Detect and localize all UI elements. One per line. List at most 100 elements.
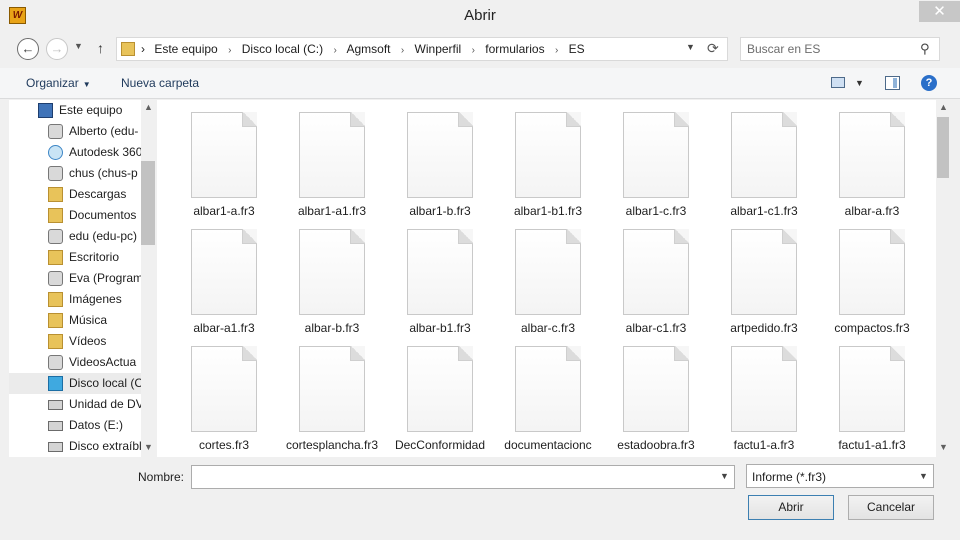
file-item[interactable]: albar-a.fr3 [805, 100, 905, 218]
sidebar-scrollbar[interactable] [141, 100, 155, 457]
search-icon[interactable]: ⚲ [920, 41, 930, 57]
address-bar[interactable]: › Este equipo › Disco local (C:) › Agmso… [116, 37, 728, 61]
search-box[interactable]: Buscar en ES ⚲ [740, 37, 940, 61]
breadcrumb-separator[interactable]: › [228, 45, 231, 56]
file-item[interactable]: factu1-a1.fr3 [805, 334, 906, 452]
scroll-down-arrow-icon[interactable]: ▼ [939, 442, 948, 452]
sidebar-item[interactable]: Este equipo [9, 100, 141, 121]
breadcrumb-separator: › [141, 42, 145, 56]
sidebar-item[interactable]: Música [9, 310, 141, 331]
forward-button[interactable]: → [46, 38, 68, 60]
sidebar-item[interactable]: Alberto (edu- [9, 121, 141, 142]
sidebar-item[interactable]: Descargas [9, 184, 141, 205]
sidebar-item[interactable]: Disco extraíbl [9, 436, 141, 457]
file-item[interactable]: albar1-b1.fr3 [481, 100, 582, 218]
sidebar-item-label: Imágenes [69, 292, 122, 306]
file-item[interactable]: albar-b1.fr3 [373, 217, 473, 335]
preview-pane-icon[interactable] [885, 76, 900, 90]
sidebar-item[interactable]: Disco local (C [9, 373, 141, 394]
file-item[interactable]: cortesplancha.fr3 [265, 334, 378, 452]
document-icon [299, 112, 365, 198]
network-user-icon [48, 124, 63, 139]
close-button[interactable]: ✕ [919, 1, 960, 22]
breadcrumb-winperfil[interactable]: Winperfil [415, 42, 462, 56]
up-folder-button[interactable]: ↑ [97, 40, 104, 56]
breadcrumb-separator[interactable]: › [555, 45, 558, 56]
file-item[interactable]: albar1-a1.fr3 [265, 100, 366, 218]
file-name: albar-a.fr3 [844, 204, 900, 218]
scroll-up-arrow-icon[interactable]: ▲ [144, 102, 153, 112]
documents-folder-icon [48, 208, 63, 223]
sidebar-item[interactable]: Eva (Program [9, 268, 141, 289]
folder-icon [121, 42, 135, 56]
file-item[interactable]: albar1-c1.fr3 [697, 100, 798, 218]
file-item[interactable]: albar1-b.fr3 [373, 100, 473, 218]
file-item[interactable]: albar-b.fr3 [265, 217, 365, 335]
file-item[interactable]: albar1-c.fr3 [589, 100, 689, 218]
change-view-icon[interactable] [831, 77, 845, 88]
filename-dropdown-icon[interactable]: ▼ [720, 471, 729, 481]
sidebar-item[interactable]: Datos (E:) [9, 415, 141, 436]
cloud-icon [48, 145, 63, 160]
file-list-scroll-thumb[interactable] [937, 117, 949, 178]
recent-locations-dropdown[interactable]: ▼ [74, 41, 83, 51]
sidebar-item-label: Descargas [69, 187, 127, 201]
view-options-dropdown[interactable]: ▼ [855, 78, 864, 88]
filetype-select[interactable]: Informe (*.fr3) ▼ [746, 464, 934, 488]
document-icon [191, 346, 257, 432]
navigation-pane: Este equipo Alberto (edu- Autodesk 360 chus… [9, 100, 155, 457]
sidebar-item[interactable]: Documentos [9, 205, 141, 226]
breadcrumb-es[interactable]: ES [569, 42, 585, 56]
scroll-up-arrow-icon[interactable]: ▲ [939, 102, 948, 112]
sidebar-item[interactable]: Autodesk 360 [9, 142, 141, 163]
file-item[interactable]: albar-a1.fr3 [157, 217, 257, 335]
document-icon [515, 229, 581, 315]
breadcrumb-formularios[interactable]: formularios [485, 42, 544, 56]
file-name: factu1-a1.fr3 [838, 438, 906, 452]
sidebar-item[interactable]: Vídeos [9, 331, 141, 352]
pictures-folder-icon [48, 292, 63, 307]
help-icon[interactable]: ? [921, 75, 937, 91]
breadcrumb-separator[interactable]: › [401, 45, 404, 56]
file-item[interactable]: albar-c1.fr3 [589, 217, 689, 335]
sidebar-item-label: Vídeos [69, 334, 107, 348]
sidebar-item[interactable]: Unidad de DV [9, 394, 141, 415]
breadcrumb-separator[interactable]: › [333, 45, 336, 56]
file-item[interactable]: DecConformidad [373, 334, 485, 452]
file-item[interactable]: artpedido.fr3 [697, 217, 798, 335]
sidebar-item[interactable]: edu (edu-pc) [9, 226, 141, 247]
file-item[interactable]: documentacionc [481, 334, 592, 452]
scroll-down-arrow-icon[interactable]: ▼ [144, 442, 153, 452]
drive-icon [48, 421, 63, 431]
filename-input[interactable] [191, 465, 735, 489]
sidebar-item[interactable]: Escritorio [9, 247, 141, 268]
sidebar-item-label: edu (edu-pc) [69, 229, 138, 243]
network-user-icon [48, 271, 63, 286]
sidebar-item[interactable]: Imágenes [9, 289, 141, 310]
breadcrumb-separator[interactable]: › [472, 45, 475, 56]
organize-button[interactable]: Organizar ▼ [26, 76, 91, 90]
new-folder-button[interactable]: Nueva carpeta [121, 76, 199, 90]
computer-icon [38, 103, 53, 118]
address-dropdown-icon[interactable]: ▼ [686, 42, 695, 52]
sidebar-scroll-thumb[interactable] [141, 161, 155, 245]
file-item[interactable]: albar1-a.fr3 [157, 100, 257, 218]
file-item[interactable]: albar-c.fr3 [481, 217, 581, 335]
back-button[interactable]: ← [17, 38, 39, 60]
breadcrumb-este-equipo[interactable]: Este equipo [154, 42, 217, 56]
document-icon [299, 229, 365, 315]
sidebar-item[interactable]: chus (chus-p [9, 163, 141, 184]
document-icon [731, 229, 797, 315]
refresh-icon[interactable]: ⟳ [707, 40, 719, 57]
sidebar-item-label: Disco local (C [69, 376, 141, 390]
cancel-button[interactable]: Cancelar [848, 495, 934, 520]
file-item[interactable]: factu1-a.fr3 [697, 334, 797, 452]
file-item[interactable]: estadoobra.fr3 [589, 334, 695, 452]
sidebar-item-label: Documentos [69, 208, 137, 222]
sidebar-item[interactable]: VideosActua [9, 352, 141, 373]
open-button[interactable]: Abrir [748, 495, 834, 520]
file-item[interactable]: cortes.fr3 [157, 334, 257, 452]
breadcrumb-agmsoft[interactable]: Agmsoft [346, 42, 390, 56]
breadcrumb-disco-local[interactable]: Disco local (C:) [242, 42, 323, 56]
file-item[interactable]: compactos.fr3 [805, 217, 910, 335]
